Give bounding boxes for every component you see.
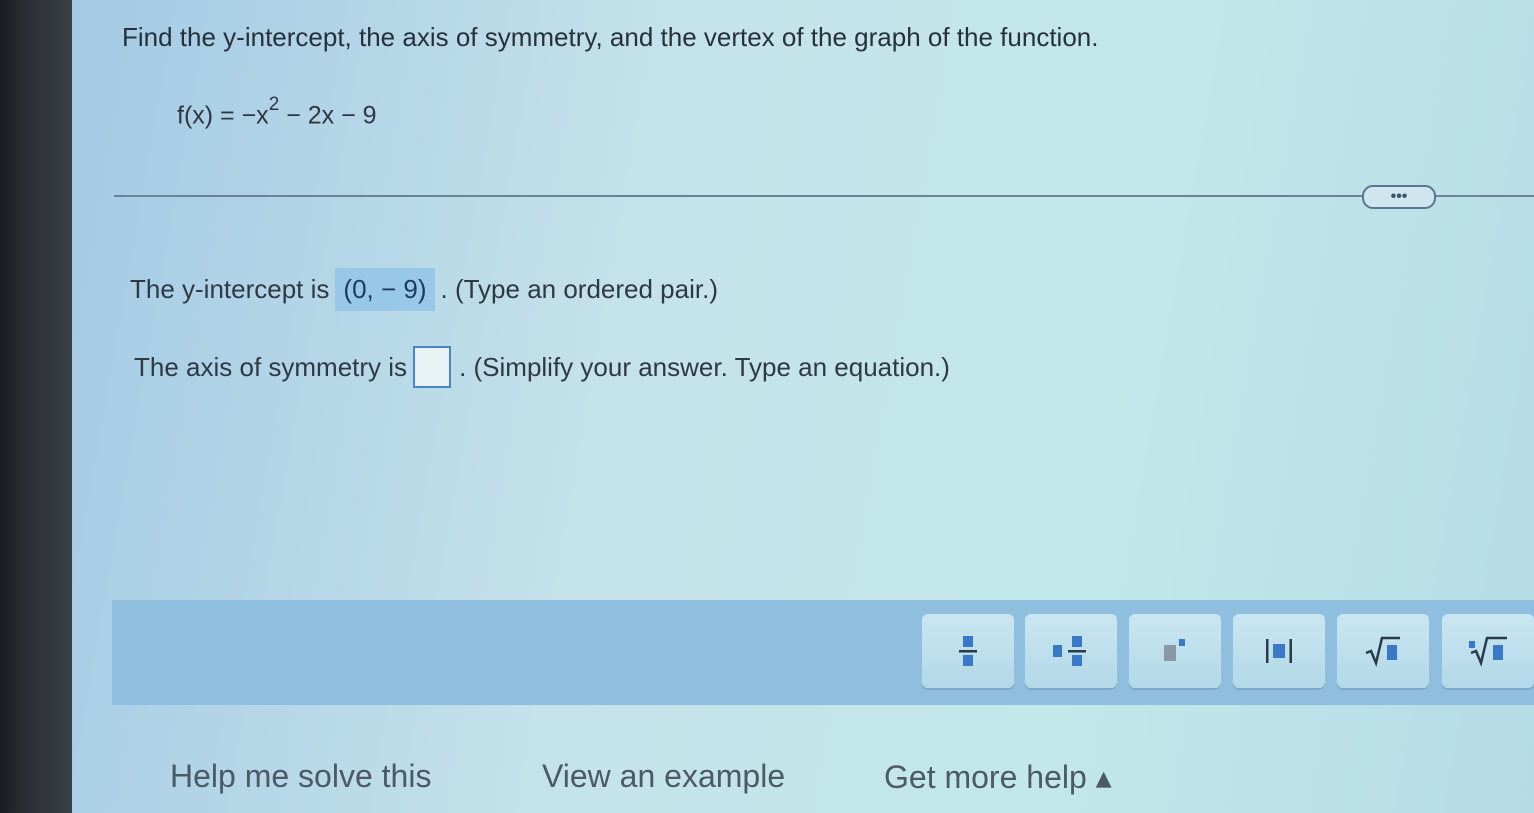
exponent-button[interactable] bbox=[1129, 614, 1221, 688]
y-intercept-answer[interactable]: (0, − 9) bbox=[335, 268, 435, 311]
axis-symmetry-hint: . (Simplify your answer. Type an equatio… bbox=[459, 351, 950, 382]
function-exponent: 2 bbox=[268, 94, 280, 115]
function-rhs: − 2x − 9 bbox=[279, 101, 377, 130]
help-me-solve-link[interactable]: Help me solve this bbox=[170, 758, 431, 795]
function-expression: f(x) = −x2 − 2x − 9 bbox=[177, 94, 377, 130]
y-intercept-label: The y-intercept is bbox=[130, 274, 330, 304]
mixed-number-button[interactable] bbox=[1025, 614, 1117, 688]
square-root-icon bbox=[1365, 636, 1400, 668]
function-lhs: f(x) = −x bbox=[177, 101, 269, 130]
y-intercept-row: The y-intercept is (0, − 9) . (Type an o… bbox=[130, 268, 718, 311]
absolute-value-icon bbox=[1266, 639, 1292, 663]
exponent-icon bbox=[1164, 639, 1185, 661]
math-toolbar bbox=[112, 600, 1534, 705]
question-screen: Find the y-intercept, the axis of symmet… bbox=[72, 0, 1534, 813]
fraction-button[interactable] bbox=[922, 614, 1014, 688]
axis-symmetry-input[interactable] bbox=[413, 346, 452, 388]
view-example-link[interactable]: View an example bbox=[542, 758, 785, 795]
more-options-button[interactable]: ••• bbox=[1362, 185, 1436, 209]
nth-root-icon bbox=[1469, 636, 1507, 668]
fraction-icon bbox=[959, 636, 977, 666]
monitor-bezel bbox=[0, 0, 72, 813]
axis-symmetry-row: The axis of symmetry is . (Simplify your… bbox=[134, 346, 950, 388]
section-divider bbox=[114, 195, 1534, 197]
question-prompt: Find the y-intercept, the axis of symmet… bbox=[122, 22, 1099, 52]
mixed-number-icon bbox=[1053, 636, 1086, 666]
square-root-button[interactable] bbox=[1337, 614, 1429, 688]
axis-symmetry-label: The axis of symmetry is bbox=[134, 351, 408, 382]
y-intercept-hint: . (Type an ordered pair.) bbox=[440, 274, 718, 304]
get-more-help-link[interactable]: Get more help ▴ bbox=[884, 758, 1112, 796]
nth-root-button[interactable] bbox=[1442, 614, 1534, 688]
absolute-value-button[interactable] bbox=[1233, 614, 1325, 688]
